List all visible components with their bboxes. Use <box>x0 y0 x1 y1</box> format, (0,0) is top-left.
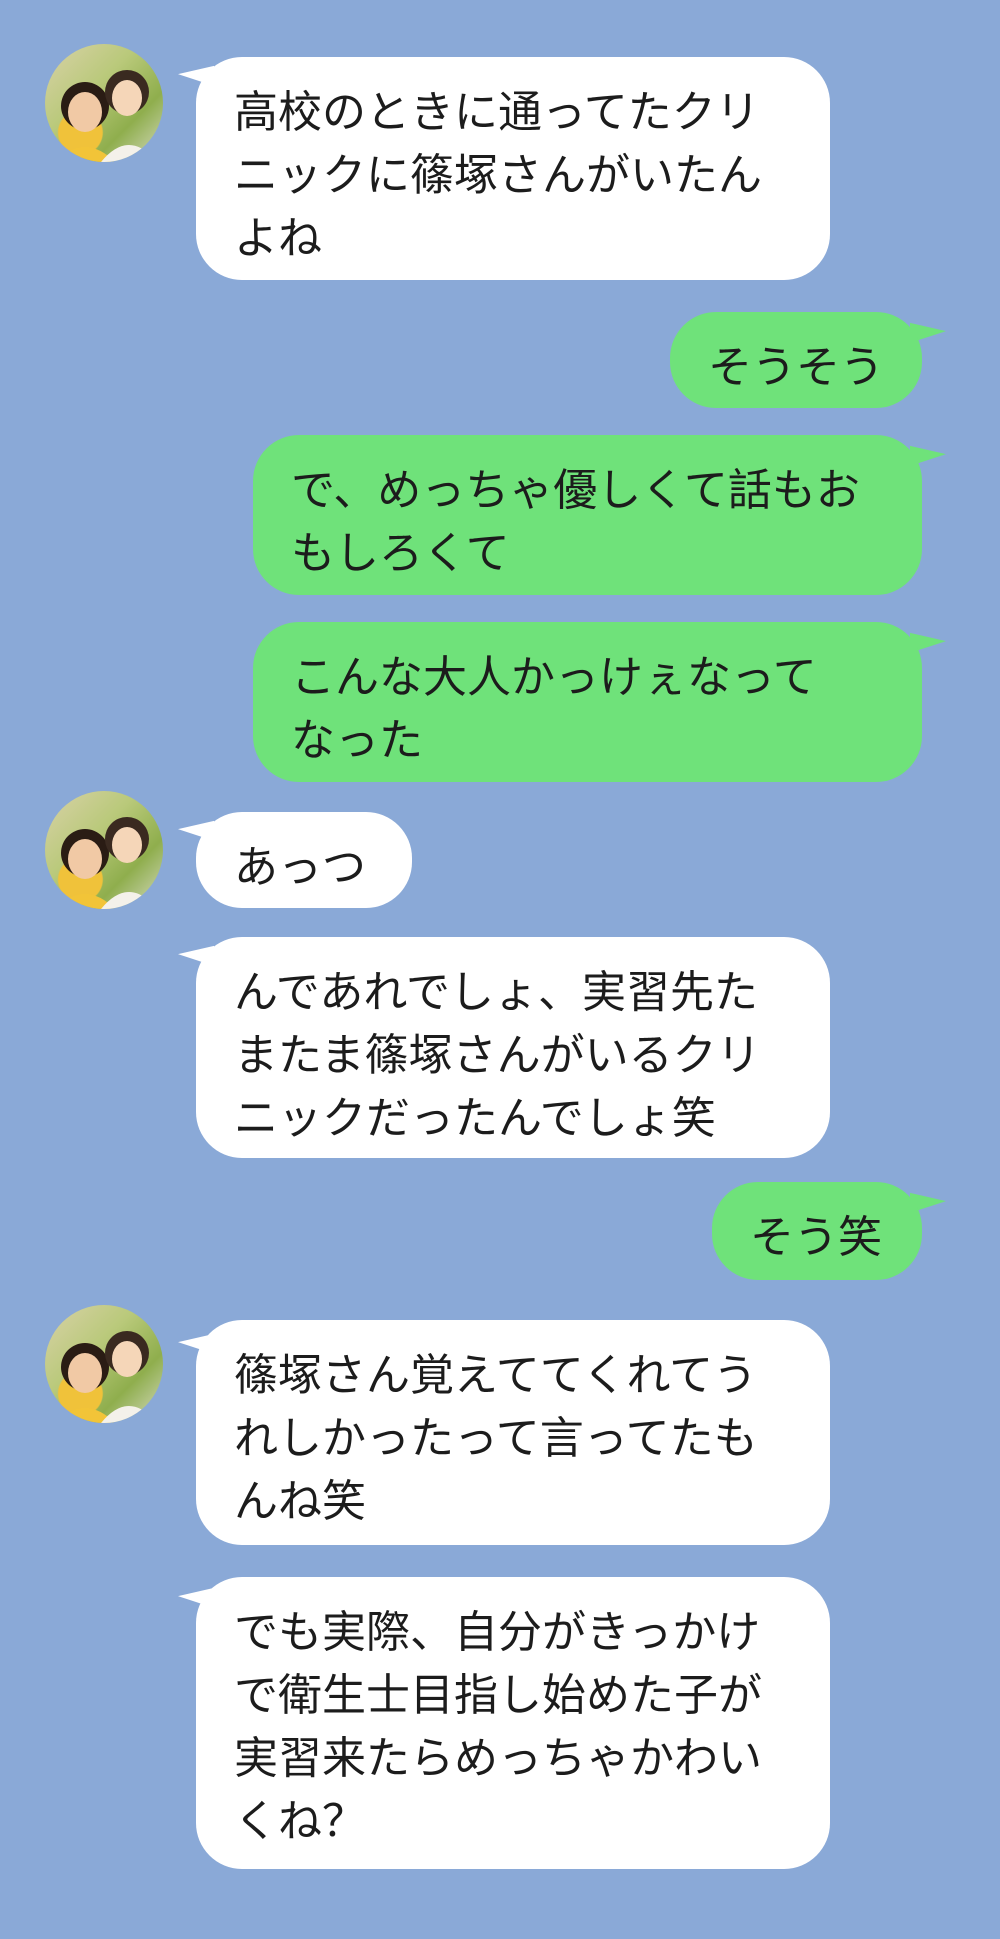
contact-avatar[interactable] <box>45 791 163 909</box>
two-women-photo-icon <box>55 70 157 162</box>
message-bubble: 篠塚さん覚えててくれてう れしかったって言ってたも んね笑 <box>196 1320 830 1545</box>
message-bubble: で、めっちゃ優しくて話もお もしろくて <box>253 435 922 595</box>
contact-avatar[interactable] <box>45 1305 163 1423</box>
message-bubble: あっつ <box>196 812 412 908</box>
two-women-photo-icon <box>55 817 157 909</box>
message-bubble: そう笑 <box>712 1182 922 1280</box>
message-bubble: こんな大人かっけぇなって なった <box>253 622 922 782</box>
message-bubble: んであれでしょ、実習先た またま篠塚さんがいるクリ ニックだったんでしょ笑 <box>196 937 830 1158</box>
message-bubble: そうそう <box>670 312 922 408</box>
chat-view[interactable]: 高校のときに通ってたクリ ニックに篠塚さんがいたん よね そうそう で、めっちゃ… <box>0 0 1000 1939</box>
message-bubble: でも実際、自分がきっかけ で衛生士目指し始めた子が 実習来たらめっちゃかわい く… <box>196 1577 830 1869</box>
contact-avatar[interactable] <box>45 44 163 162</box>
message-bubble: 高校のときに通ってたクリ ニックに篠塚さんがいたん よね <box>196 57 830 280</box>
two-women-photo-icon <box>55 1331 157 1423</box>
